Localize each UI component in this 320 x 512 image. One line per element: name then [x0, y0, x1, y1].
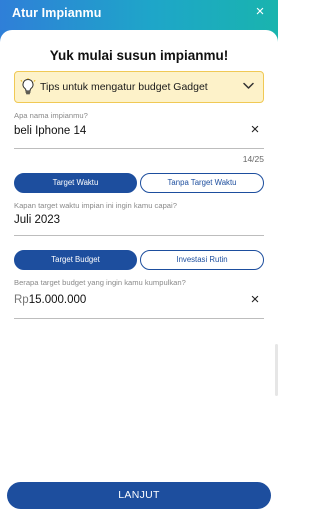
name-field-underline — [14, 148, 264, 149]
clear-budget-icon[interactable]: × — [248, 292, 262, 307]
page-title: Atur Impianmu — [12, 6, 102, 20]
lightbulb-icon — [20, 78, 36, 95]
chevron-down-icon[interactable] — [243, 82, 254, 90]
budget-input[interactable]: Rp15.000.000 — [14, 294, 86, 306]
form-heading: Yuk mulai susun impianmu! — [49, 48, 229, 63]
target-budget-button[interactable]: Target Budget — [14, 250, 137, 270]
time-input[interactable]: Juli 2023 — [14, 214, 60, 226]
time-field-label: Kapan target waktu impian ini ingin kamu… — [14, 201, 177, 210]
close-icon[interactable]: × — [251, 3, 269, 21]
tips-label: Tips untuk mengatur budget Gadget — [40, 81, 208, 93]
budget-amount: 15.000.000 — [28, 294, 87, 306]
tips-accordion[interactable]: Tips untuk mengatur budget Gadget — [14, 71, 264, 103]
investasi-rutin-button[interactable]: Investasi Rutin — [140, 250, 264, 270]
scrollbar[interactable] — [275, 344, 278, 396]
clear-name-icon[interactable]: × — [248, 122, 262, 137]
name-input[interactable]: beli Iphone 14 — [14, 125, 86, 137]
char-counter: 14/25 — [242, 154, 264, 164]
budget-field-label: Berapa target budget yang ingin kamu kum… — [14, 278, 186, 287]
lanjut-button[interactable]: LANJUT — [7, 482, 271, 509]
target-waktu-button[interactable]: Target Waktu — [14, 173, 137, 193]
tanpa-target-waktu-button[interactable]: Tanpa Target Waktu — [140, 173, 264, 193]
budget-field-underline — [14, 318, 264, 319]
name-field-label: Apa nama impianmu? — [14, 111, 88, 120]
time-field-underline — [14, 235, 264, 236]
currency-prefix: Rp — [14, 294, 29, 306]
